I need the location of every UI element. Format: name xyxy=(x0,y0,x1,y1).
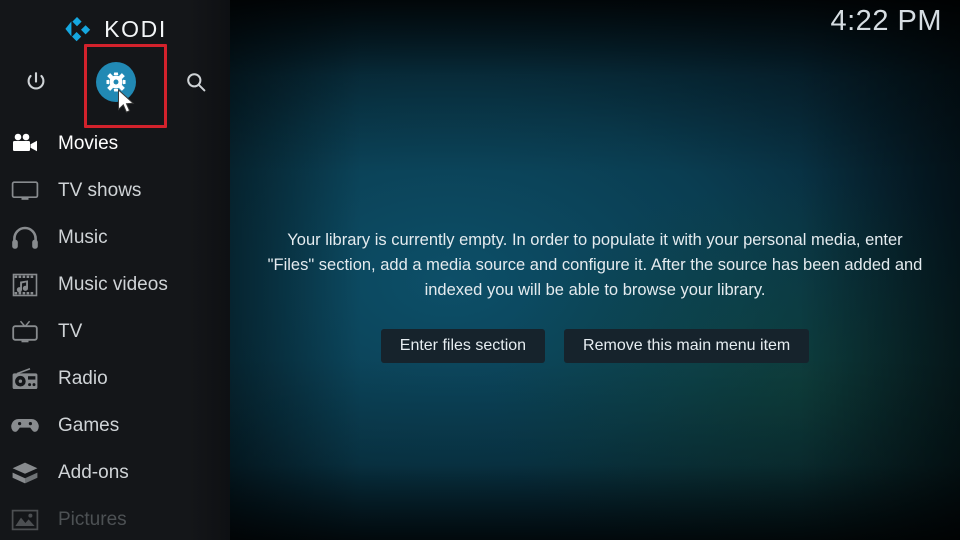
main-content: Your library is currently empty. In orde… xyxy=(230,0,960,540)
sidebar-item-tv[interactable]: TV xyxy=(0,308,230,355)
radio-icon xyxy=(10,365,40,393)
sidebar-item-music[interactable]: Music xyxy=(0,214,230,261)
top-icon-bar xyxy=(0,56,230,108)
brand: KODI xyxy=(0,8,230,50)
sidebar-item-label: Radio xyxy=(58,367,108,389)
sidebar-menu: Movies TV shows Music Music videos TV Ra… xyxy=(0,120,230,540)
remove-main-menu-item-button[interactable]: Remove this main menu item xyxy=(564,329,810,363)
monitor-icon xyxy=(10,177,40,205)
power-button[interactable] xyxy=(10,56,62,108)
app-title: KODI xyxy=(104,15,167,42)
sidebar-item-label: Music xyxy=(58,226,108,248)
gamepad-icon xyxy=(10,412,40,440)
sidebar: KODI Movies TV shows Music Music videos … xyxy=(0,0,230,540)
gear-icon xyxy=(106,72,126,92)
empty-library-message: Your library is currently empty. In orde… xyxy=(267,231,923,299)
film-note-icon xyxy=(10,271,40,299)
search-icon xyxy=(187,73,206,92)
movie-camera-icon xyxy=(10,130,40,158)
sidebar-item-label: Music videos xyxy=(58,273,168,295)
sidebar-item-tv-shows[interactable]: TV shows xyxy=(0,167,230,214)
sidebar-item-games[interactable]: Games xyxy=(0,402,230,449)
headphones-icon xyxy=(10,224,40,252)
sidebar-item-radio[interactable]: Radio xyxy=(0,355,230,402)
kodi-home-screen: Your library is currently empty. In orde… xyxy=(0,0,960,540)
sidebar-item-label: Games xyxy=(58,414,120,436)
settings-button[interactable] xyxy=(90,56,142,108)
sidebar-item-music-videos[interactable]: Music videos xyxy=(0,261,230,308)
sidebar-item-label: TV xyxy=(58,320,83,342)
sidebar-item-movies[interactable]: Movies xyxy=(0,120,230,167)
kodi-logo-icon xyxy=(63,15,93,43)
sidebar-item-pictures[interactable]: Pictures xyxy=(0,496,230,540)
action-button-row: Enter files section Remove this main men… xyxy=(380,329,810,363)
sidebar-item-label: Add-ons xyxy=(58,461,129,483)
picture-icon xyxy=(10,506,40,534)
sidebar-item-label: Pictures xyxy=(58,508,127,530)
enter-files-section-button[interactable]: Enter files section xyxy=(380,329,546,363)
addon-box-icon xyxy=(10,459,40,487)
sidebar-item-label: TV shows xyxy=(58,179,142,201)
sidebar-item-label: Movies xyxy=(58,132,119,154)
clock: 4:22 PM xyxy=(830,5,942,37)
settings-circle xyxy=(96,62,136,102)
search-button[interactable] xyxy=(170,56,222,108)
power-icon xyxy=(27,72,45,90)
sidebar-item-add-ons[interactable]: Add-ons xyxy=(0,449,230,496)
television-icon xyxy=(10,318,40,346)
